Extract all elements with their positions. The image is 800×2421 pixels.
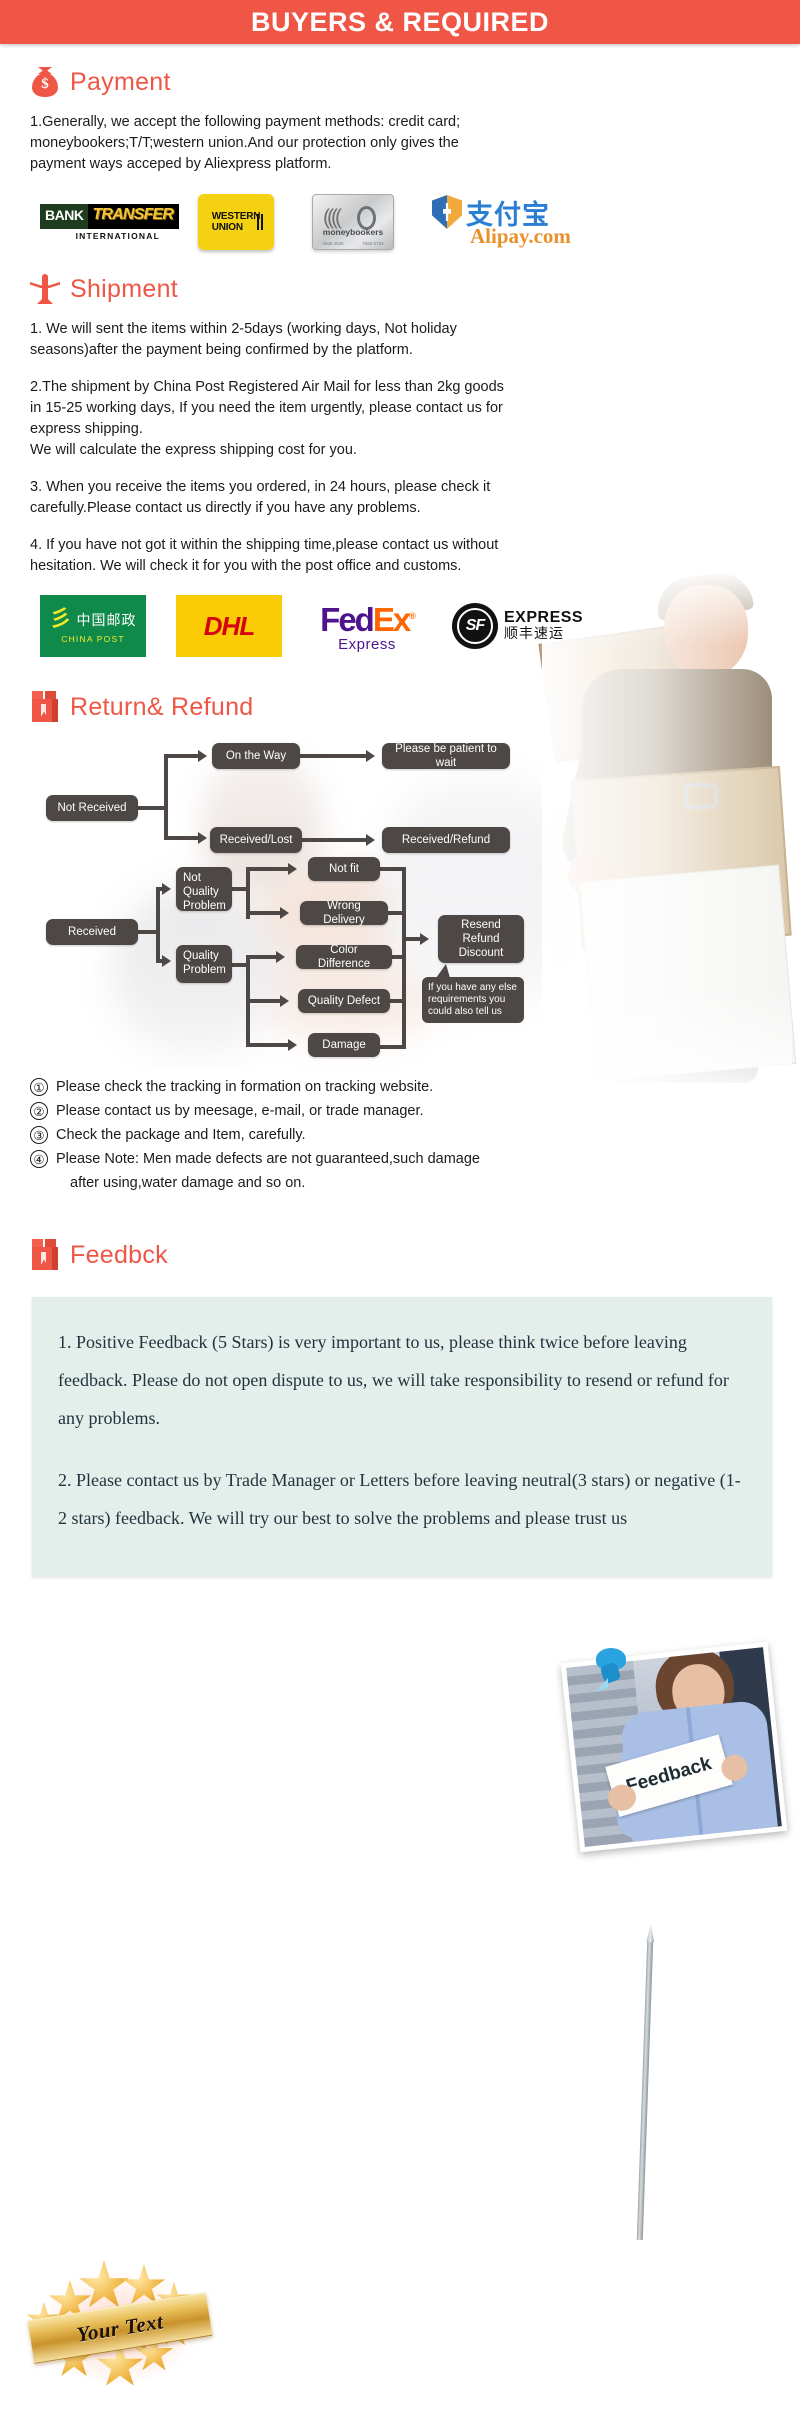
sf-express-logo: SF EXPRESS 顺丰速运 <box>452 603 583 649</box>
alipay-logo: 支付宝 Alipay.com <box>432 193 582 251</box>
shipment-heading-row: Shipment <box>30 273 770 305</box>
bank-transfer-international-text: INTERNATIONAL <box>75 230 160 241</box>
flow-node-not-received[interactable]: Not Received <box>46 795 138 821</box>
feedback-sign-text: Feedback <box>623 1753 714 1798</box>
return-refund-notes: ① Please check the tracking in formation… <box>30 1075 770 1195</box>
award-ribbon-text: Your Text <box>74 2308 165 2347</box>
moneybookers-sub-left: 4565 4545 <box>322 241 344 246</box>
page-banner: BUYERS & REQUIRED <box>0 0 800 44</box>
dhl-logo: DHL <box>176 595 282 657</box>
feedback-paragraph-2: 2. Please contact us by Trade Manager or… <box>58 1470 741 1528</box>
shipment-section: Shipment 1. We will sent the items withi… <box>0 273 800 1093</box>
flow-node-quality-defect[interactable]: Quality Defect <box>298 989 390 1013</box>
flow-node-not-quality-problem[interactable]: Not Quality Problem <box>176 867 232 912</box>
note-number-3: ③ <box>30 1126 48 1144</box>
payment-logo-row: BANK TRANSFER INTERNATIONAL WESTERN UNIO… <box>40 193 770 251</box>
western-union-bars-icon <box>257 214 263 230</box>
note-item-4: ④ Please Note: Men made defects are not … <box>30 1147 770 1195</box>
feedback-section: ▲ Feedbck <box>0 1239 800 1271</box>
note-item-1: ① Please check the tracking in formation… <box>30 1075 770 1099</box>
flow-callout-text: If you have any else requirements you co… <box>428 982 517 1017</box>
flow-node-received-refund[interactable]: Received/Refund <box>382 827 510 853</box>
note-number-2: ② <box>30 1102 48 1120</box>
bank-transfer-transfer-text: TRANSFER <box>88 203 180 229</box>
payment-section: $ Payment 1.Generally, we accept the fol… <box>0 66 800 251</box>
payment-heading-row: $ Payment <box>30 66 770 98</box>
note-number-1: ① <box>30 1078 48 1096</box>
note-number-4: ④ <box>30 1150 48 1168</box>
china-post-chinese-text: 中国邮政 <box>76 612 137 629</box>
airplane-icon <box>30 273 60 305</box>
western-union-line1: WESTERN <box>211 211 261 222</box>
moneybookers-logo: (((( moneybookers 4565 4545 7665 0793 <box>312 194 394 250</box>
shipment-logo-row: 彡 中国邮政 CHINA POST DHL FedEx® Express SF … <box>40 595 770 657</box>
alipay-shield-icon <box>432 195 462 229</box>
flow-node-resend-refund-discount[interactable]: Resend Refund Discount <box>438 915 524 963</box>
dhl-word: DHL <box>203 610 255 641</box>
flow-node-received-lost[interactable]: Received/Lost <box>210 827 302 853</box>
money-bag-icon: $ <box>30 66 60 98</box>
moneybookers-sub-right: 7665 0793 <box>362 241 384 246</box>
fedex-logo: FedEx® Express <box>312 599 422 654</box>
flow-node-color-difference[interactable]: Color Difference <box>296 944 392 970</box>
pen-decoration <box>636 1939 654 2241</box>
western-union-logo: WESTERN UNION <box>198 194 274 250</box>
sf-express-line2: 顺丰速运 <box>504 626 564 642</box>
fedex-registered-mark: ® <box>409 611 415 621</box>
shipment-paragraph-2: 2.The shipment by China Post Registered … <box>30 379 504 437</box>
shipment-paragraph-1: 1. We will sent the items within 2-5days… <box>30 321 457 358</box>
china-post-logo: 彡 中国邮政 CHINA POST <box>40 595 146 657</box>
flow-node-on-the-way[interactable]: On the Way <box>212 743 300 769</box>
bank-transfer-bank-text: BANK <box>40 203 89 229</box>
return-refund-heading: Return& Refund <box>70 692 254 721</box>
note-item-2: ② Please contact us by meesage, e-mail, … <box>30 1099 770 1123</box>
return-box-icon: ▲ <box>30 691 60 723</box>
return-refund-heading-row: ▲ Return& Refund <box>30 691 770 723</box>
feedback-heading: Feedbck <box>70 1240 168 1269</box>
return-refund-flowchart: Not Received On the Way Please be patien… <box>30 737 770 1067</box>
return-refund-section: ▲ Return& Refund Not Received On the Way… <box>0 691 800 1195</box>
page-title: BUYERS & REQUIRED <box>250 6 550 37</box>
alipay-domain-text: Alipay.com <box>470 224 571 248</box>
award-badge: Your Text <box>26 2258 214 2398</box>
fedex-fed-text: Fed <box>320 601 375 638</box>
flow-node-not-fit[interactable]: Not fit <box>308 857 380 881</box>
note-text-4-cont: after using,water damage and so on. <box>70 1175 306 1191</box>
shipment-heading: Shipment <box>70 274 179 303</box>
bank-transfer-logo: BANK TRANSFER INTERNATIONAL <box>40 203 180 241</box>
fedex-ex-text: Ex <box>372 601 411 638</box>
flow-node-received[interactable]: Received <box>46 919 138 945</box>
flow-node-wrong-delivery[interactable]: Wrong Delivery <box>300 900 388 926</box>
flow-node-please-be-patient[interactable]: Please be patient to wait <box>382 743 510 769</box>
sf-badge-icon: SF <box>452 603 498 649</box>
china-post-mark-icon: 彡 <box>49 606 72 632</box>
china-post-english-text: CHINA POST <box>61 633 125 644</box>
fedex-sub-text: Express <box>338 636 396 653</box>
shipment-paragraph-3: 3. When you receive the items you ordere… <box>30 479 491 516</box>
feedback-heading-row: ▲ Feedbck <box>30 1239 770 1271</box>
note-text-1: Please check the tracking in formation o… <box>56 1079 434 1095</box>
note-text-4: Please Note: Men made defects are not gu… <box>56 1151 480 1167</box>
note-text-2: Please contact us by meesage, e-mail, or… <box>56 1103 424 1119</box>
feedback-panel: 1. Positive Feedback (5 Stars) is very i… <box>32 1297 772 1577</box>
feedback-box-icon: ▲ <box>30 1239 60 1271</box>
payment-heading: Payment <box>70 67 171 96</box>
feedback-paragraph-1: 1. Positive Feedback (5 Stars) is very i… <box>58 1332 729 1428</box>
payment-paragraph-1: 1.Generally, we accept the following pay… <box>30 114 461 172</box>
shipment-paragraph-4: 4. If you have not got it within the shi… <box>30 537 499 574</box>
note-item-3: ③ Check the package and Item, carefully. <box>30 1123 770 1147</box>
shipment-paragraph-2b: We will calculate the express shipping c… <box>30 442 357 458</box>
flow-node-quality-problem[interactable]: Quality Problem <box>176 945 232 983</box>
flow-node-damage[interactable]: Damage <box>308 1033 380 1057</box>
pushpin-icon <box>590 1648 630 1694</box>
sf-express-line1: EXPRESS <box>504 609 584 626</box>
flow-callout-extra-requirements: If you have any else requirements you co… <box>422 964 524 1023</box>
note-text-3: Check the package and Item, carefully. <box>56 1127 306 1143</box>
western-union-line2: UNION <box>211 222 243 233</box>
sf-mark-text: SF <box>465 617 485 634</box>
moneybookers-name: moneybookers <box>322 227 384 237</box>
